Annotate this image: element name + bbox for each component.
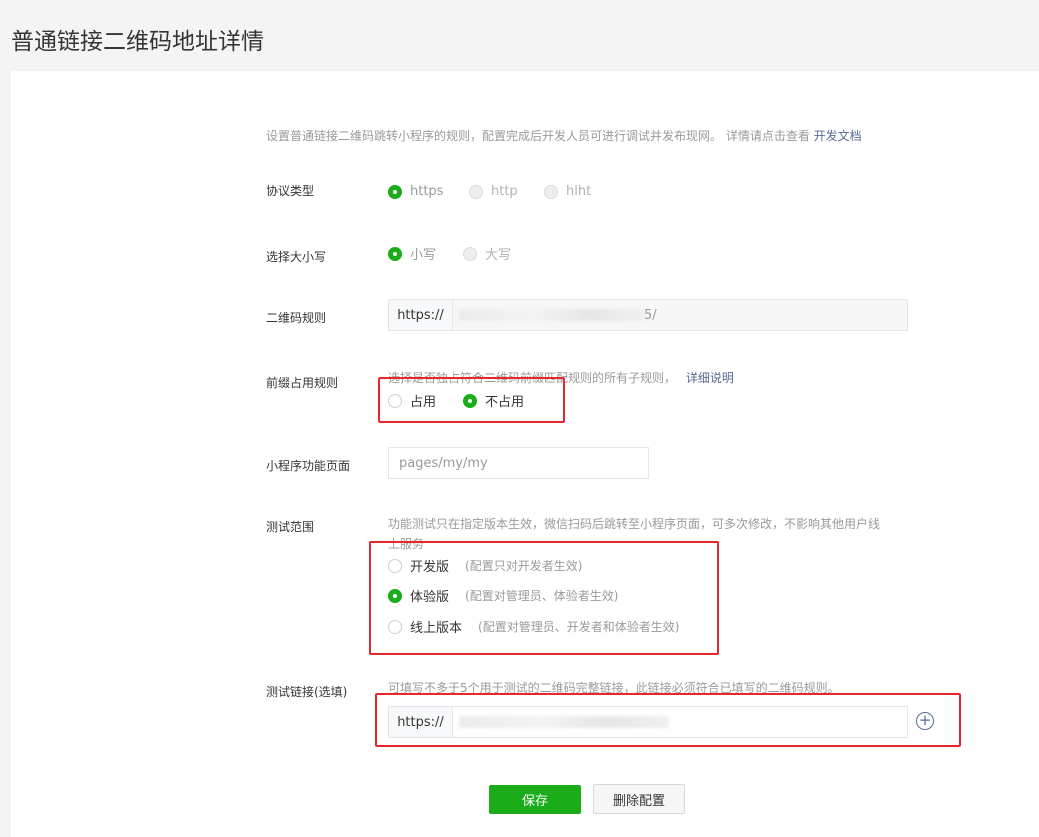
radio-https[interactable]: https bbox=[388, 184, 443, 199]
test-scope-desc-line: 功能测试只在指定版本生效，微信扫码后跳转至小程序页面，可多次修改，不影响其他用户… bbox=[388, 517, 881, 531]
form-panel: 设置普通链接二维码跳转小程序的规则，配置完成后开发人员可进行调试并发布现网。 详… bbox=[11, 71, 1039, 837]
prefix-rule-label: 前缀占用规则 bbox=[266, 376, 339, 390]
radio-label: 线上版本 bbox=[410, 621, 463, 636]
prefix-rule-desc: 选择是否独占符合二维码前缀匹配规则的所有子规则， 详细说明 bbox=[388, 369, 734, 386]
save-button[interactable]: 保存 bbox=[489, 785, 581, 814]
delete-config-button[interactable]: 删除配置 bbox=[593, 784, 685, 814]
radio-online-version[interactable]: 线上版本 (配置对管理员、开发者和体验者生效) bbox=[388, 617, 679, 636]
radio-dot bbox=[388, 184, 402, 199]
radio-lowercase[interactable]: 小写 bbox=[388, 244, 436, 263]
radio-label: 占用 bbox=[410, 395, 437, 410]
radio-dot bbox=[463, 246, 477, 261]
radio-http[interactable]: http bbox=[469, 184, 518, 199]
qrrule-label: 二维码规则 bbox=[266, 311, 327, 325]
radio-label: 不占用 bbox=[485, 395, 525, 410]
radio-dot bbox=[388, 246, 402, 261]
radio-label: http bbox=[491, 184, 518, 199]
radio-note: (配置对管理员、体验者生效) bbox=[465, 589, 619, 603]
case-label: 选择大小写 bbox=[266, 250, 327, 264]
radio-note: (配置对管理员、开发者和体验者生效) bbox=[478, 620, 680, 634]
page-path-label: 小程序功能页面 bbox=[266, 459, 351, 473]
test-link-prefix: https:// bbox=[389, 707, 453, 737]
radio-label: 大写 bbox=[485, 248, 512, 263]
radio-dot bbox=[388, 588, 402, 603]
radio-dot bbox=[388, 558, 402, 573]
page-title: 普通链接二维码地址详情 bbox=[11, 29, 264, 55]
test-scope-desc-line: 上服务 bbox=[388, 537, 425, 551]
test-link-desc: 可填写不多于5个用于测试的二维码完整链接，此链接必须符合已填写的二维码规则。 bbox=[388, 681, 840, 695]
test-link-field[interactable]: https:// bbox=[388, 706, 908, 738]
radio-dot bbox=[463, 393, 477, 408]
radio-label: 小写 bbox=[410, 248, 437, 263]
qrrule-value: 5/ bbox=[453, 300, 907, 330]
radio-uppercase[interactable]: 大写 bbox=[463, 244, 511, 263]
qrrule-prefix: https:// bbox=[389, 300, 453, 330]
redacted-value bbox=[459, 309, 644, 321]
radio-label: https bbox=[410, 184, 444, 199]
radio-hlht[interactable]: hlht bbox=[544, 184, 591, 199]
prefix-rule-detail-link[interactable]: 详细说明 bbox=[686, 371, 734, 385]
test-scope-desc: 功能测试只在指定版本生效，微信扫码后跳转至小程序页面，可多次修改，不影响其他用户… bbox=[388, 514, 918, 554]
radio-trial-version[interactable]: 体验版 (配置对管理员、体验者生效) bbox=[388, 586, 618, 605]
intro-text: 设置普通链接二维码跳转小程序的规则，配置完成后开发人员可进行调试并发布现网。 详… bbox=[266, 127, 966, 144]
radio-occupy[interactable]: 占用 bbox=[388, 391, 436, 410]
dev-docs-link[interactable]: 开发文档 bbox=[814, 129, 862, 143]
radio-label: hlht bbox=[566, 184, 592, 199]
add-link-icon[interactable]: + bbox=[916, 712, 934, 730]
radio-label: 开发版 bbox=[410, 560, 450, 575]
radio-dot bbox=[388, 619, 402, 634]
radio-dot bbox=[388, 393, 402, 408]
qrrule-suffix: 5/ bbox=[644, 307, 657, 323]
page-path-input[interactable]: pages/my/my bbox=[388, 447, 649, 479]
qrrule-field: https:// 5/ bbox=[388, 299, 908, 331]
test-link-label: 测试链接(选填) bbox=[266, 685, 348, 699]
radio-note: (配置只对开发者生效) bbox=[465, 559, 583, 573]
radio-label: 体验版 bbox=[410, 590, 450, 605]
intro-description: 设置普通链接二维码跳转小程序的规则，配置完成后开发人员可进行调试并发布现网。 详… bbox=[266, 129, 810, 143]
radio-dot bbox=[544, 184, 558, 199]
radio-dev-version[interactable]: 开发版 (配置只对开发者生效) bbox=[388, 556, 582, 575]
prefix-rule-desc-text: 选择是否独占符合二维码前缀匹配规则的所有子规则， bbox=[388, 371, 677, 385]
test-link-value[interactable] bbox=[453, 707, 907, 737]
radio-dot bbox=[469, 184, 483, 199]
radio-not-occupy[interactable]: 不占用 bbox=[463, 391, 524, 410]
protocol-label: 协议类型 bbox=[266, 184, 315, 198]
redacted-value bbox=[459, 716, 669, 728]
test-scope-label: 测试范围 bbox=[266, 520, 315, 534]
